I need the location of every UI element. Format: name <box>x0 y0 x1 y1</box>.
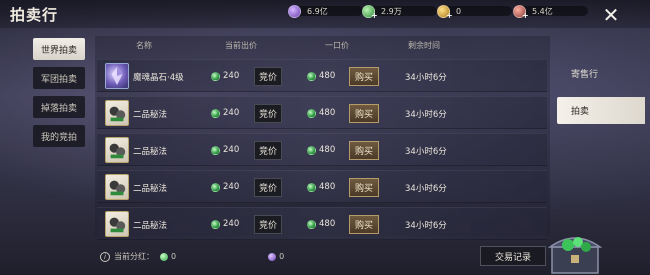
table-row[interactable]: 二品秘法 240 竞价 480 购买 34小时6分 <box>97 170 547 203</box>
current-bid: 240 <box>211 71 239 81</box>
bid-button[interactable]: 竞价 <box>254 104 282 123</box>
secret-scroll-icon <box>105 174 129 200</box>
buyout-price: 480 <box>307 145 335 155</box>
left-tab-list: 世界拍卖 军团拍卖 掉落拍卖 我的竞拍 <box>33 38 85 154</box>
green-gem-icon <box>211 219 220 229</box>
green-gem-icon <box>211 182 220 192</box>
soul-crystal-icon <box>105 63 129 89</box>
green-gem-icon <box>211 108 220 118</box>
right-tab-list: 寄售行 拍卖 <box>557 60 645 134</box>
item-name: 二品秘法 <box>133 147 168 157</box>
green-gem-icon <box>307 71 316 81</box>
currency-purple: 6.9亿 <box>288 4 363 18</box>
page-title: 拍卖行 <box>10 6 59 24</box>
tab-world-auction[interactable]: 世界拍卖 <box>33 38 85 60</box>
green-gem-icon <box>307 182 316 192</box>
buy-button[interactable]: 购买 <box>349 215 379 234</box>
remaining-time: 34小时6分 <box>405 221 447 231</box>
info-icon[interactable]: i <box>100 251 110 262</box>
tab-drop-auction[interactable]: 掉落拍卖 <box>33 96 85 118</box>
currency-amount: 2.9万 <box>381 6 402 16</box>
bid-button[interactable]: 竞价 <box>254 215 282 234</box>
green-gem-icon <box>307 145 316 155</box>
tab-legion-auction[interactable]: 军团拍卖 <box>33 67 85 89</box>
item-name: 二品秘法 <box>133 110 168 120</box>
column-current-bid: 当前出价 <box>225 41 257 50</box>
remaining-time: 34小时6分 <box>405 147 447 157</box>
table-row[interactable]: 二品秘法 240 竞价 480 购买 34小时6分 <box>97 133 547 166</box>
bid-button[interactable]: 竞价 <box>254 67 282 86</box>
buy-button[interactable]: 购买 <box>349 141 379 160</box>
green-gem-icon <box>211 145 220 155</box>
table-row[interactable]: 二品秘法 240 竞价 480 购买 34小时6分 <box>97 96 547 129</box>
green-gem-icon <box>307 108 316 118</box>
tab-my-bids[interactable]: 我的竞拍 <box>33 125 85 147</box>
dividend-purple-value: 0 <box>279 252 285 261</box>
tab-auction[interactable]: 拍卖 <box>557 97 645 124</box>
green-gem-icon <box>160 252 168 261</box>
item-name: 魔魂晶石·4级 <box>133 73 184 83</box>
close-icon[interactable]: ✕ <box>600 4 622 26</box>
table-row[interactable]: 魔魂晶石·4级 240 竞价 480 购买 34小时6分 <box>97 59 547 92</box>
currency-amount: 0 <box>456 6 462 16</box>
item-name: 二品秘法 <box>133 184 168 194</box>
secret-scroll-icon <box>105 100 129 126</box>
currency-green[interactable]: + 2.9万 <box>362 4 437 20</box>
buy-button[interactable]: 购买 <box>349 104 379 123</box>
item-name: 二品秘法 <box>133 221 168 231</box>
tab-consignment[interactable]: 寄售行 <box>557 60 645 87</box>
buy-button[interactable]: 购买 <box>349 67 379 86</box>
purple-gem-icon <box>268 252 277 261</box>
dividend-label: 当前分红： <box>114 252 154 261</box>
plus-icon[interactable]: + <box>446 11 453 20</box>
buyout-price: 480 <box>307 108 335 118</box>
currency-gold[interactable]: + 0 <box>437 4 512 20</box>
green-gem-icon <box>211 71 220 81</box>
remaining-time: 34小时6分 <box>405 73 447 83</box>
current-bid: 240 <box>211 108 239 118</box>
buy-button[interactable]: 购买 <box>349 178 379 197</box>
dividend-info: i 当前分红： 0 0 <box>100 251 284 262</box>
current-bid: 240 <box>211 219 239 229</box>
bid-button[interactable]: 竞价 <box>254 141 282 160</box>
current-bid: 240 <box>211 145 239 155</box>
buyout-price: 480 <box>307 182 335 192</box>
current-bid: 240 <box>211 182 239 192</box>
purple-gem-icon <box>288 4 301 18</box>
plus-icon[interactable]: + <box>371 11 378 20</box>
column-name: 名称 <box>136 41 152 50</box>
green-gem-icon <box>307 219 316 229</box>
dividend-green-value: 0 <box>171 252 177 261</box>
buyout-price: 480 <box>307 71 335 81</box>
bid-button[interactable]: 竞价 <box>254 178 282 197</box>
currency-red[interactable]: + 5.4亿 <box>513 4 588 20</box>
currency-amount: 6.9亿 <box>307 6 328 16</box>
currency-amount: 5.4亿 <box>532 6 553 16</box>
secret-scroll-icon <box>105 137 129 163</box>
trade-history-button[interactable]: 交易记录 <box>480 246 546 266</box>
table-row[interactable]: 二品秘法 240 竞价 480 购买 34小时6分 <box>97 207 547 240</box>
remaining-time: 34小时6分 <box>405 110 447 120</box>
remaining-time: 34小时6分 <box>405 184 447 194</box>
column-buyout: 一口价 <box>325 41 349 50</box>
secret-scroll-icon <box>105 211 129 237</box>
column-remaining-time: 剩余时间 <box>408 41 440 50</box>
buyout-price: 480 <box>307 219 335 229</box>
plus-icon[interactable]: + <box>522 11 529 20</box>
treasure-chest-icon <box>540 225 610 275</box>
